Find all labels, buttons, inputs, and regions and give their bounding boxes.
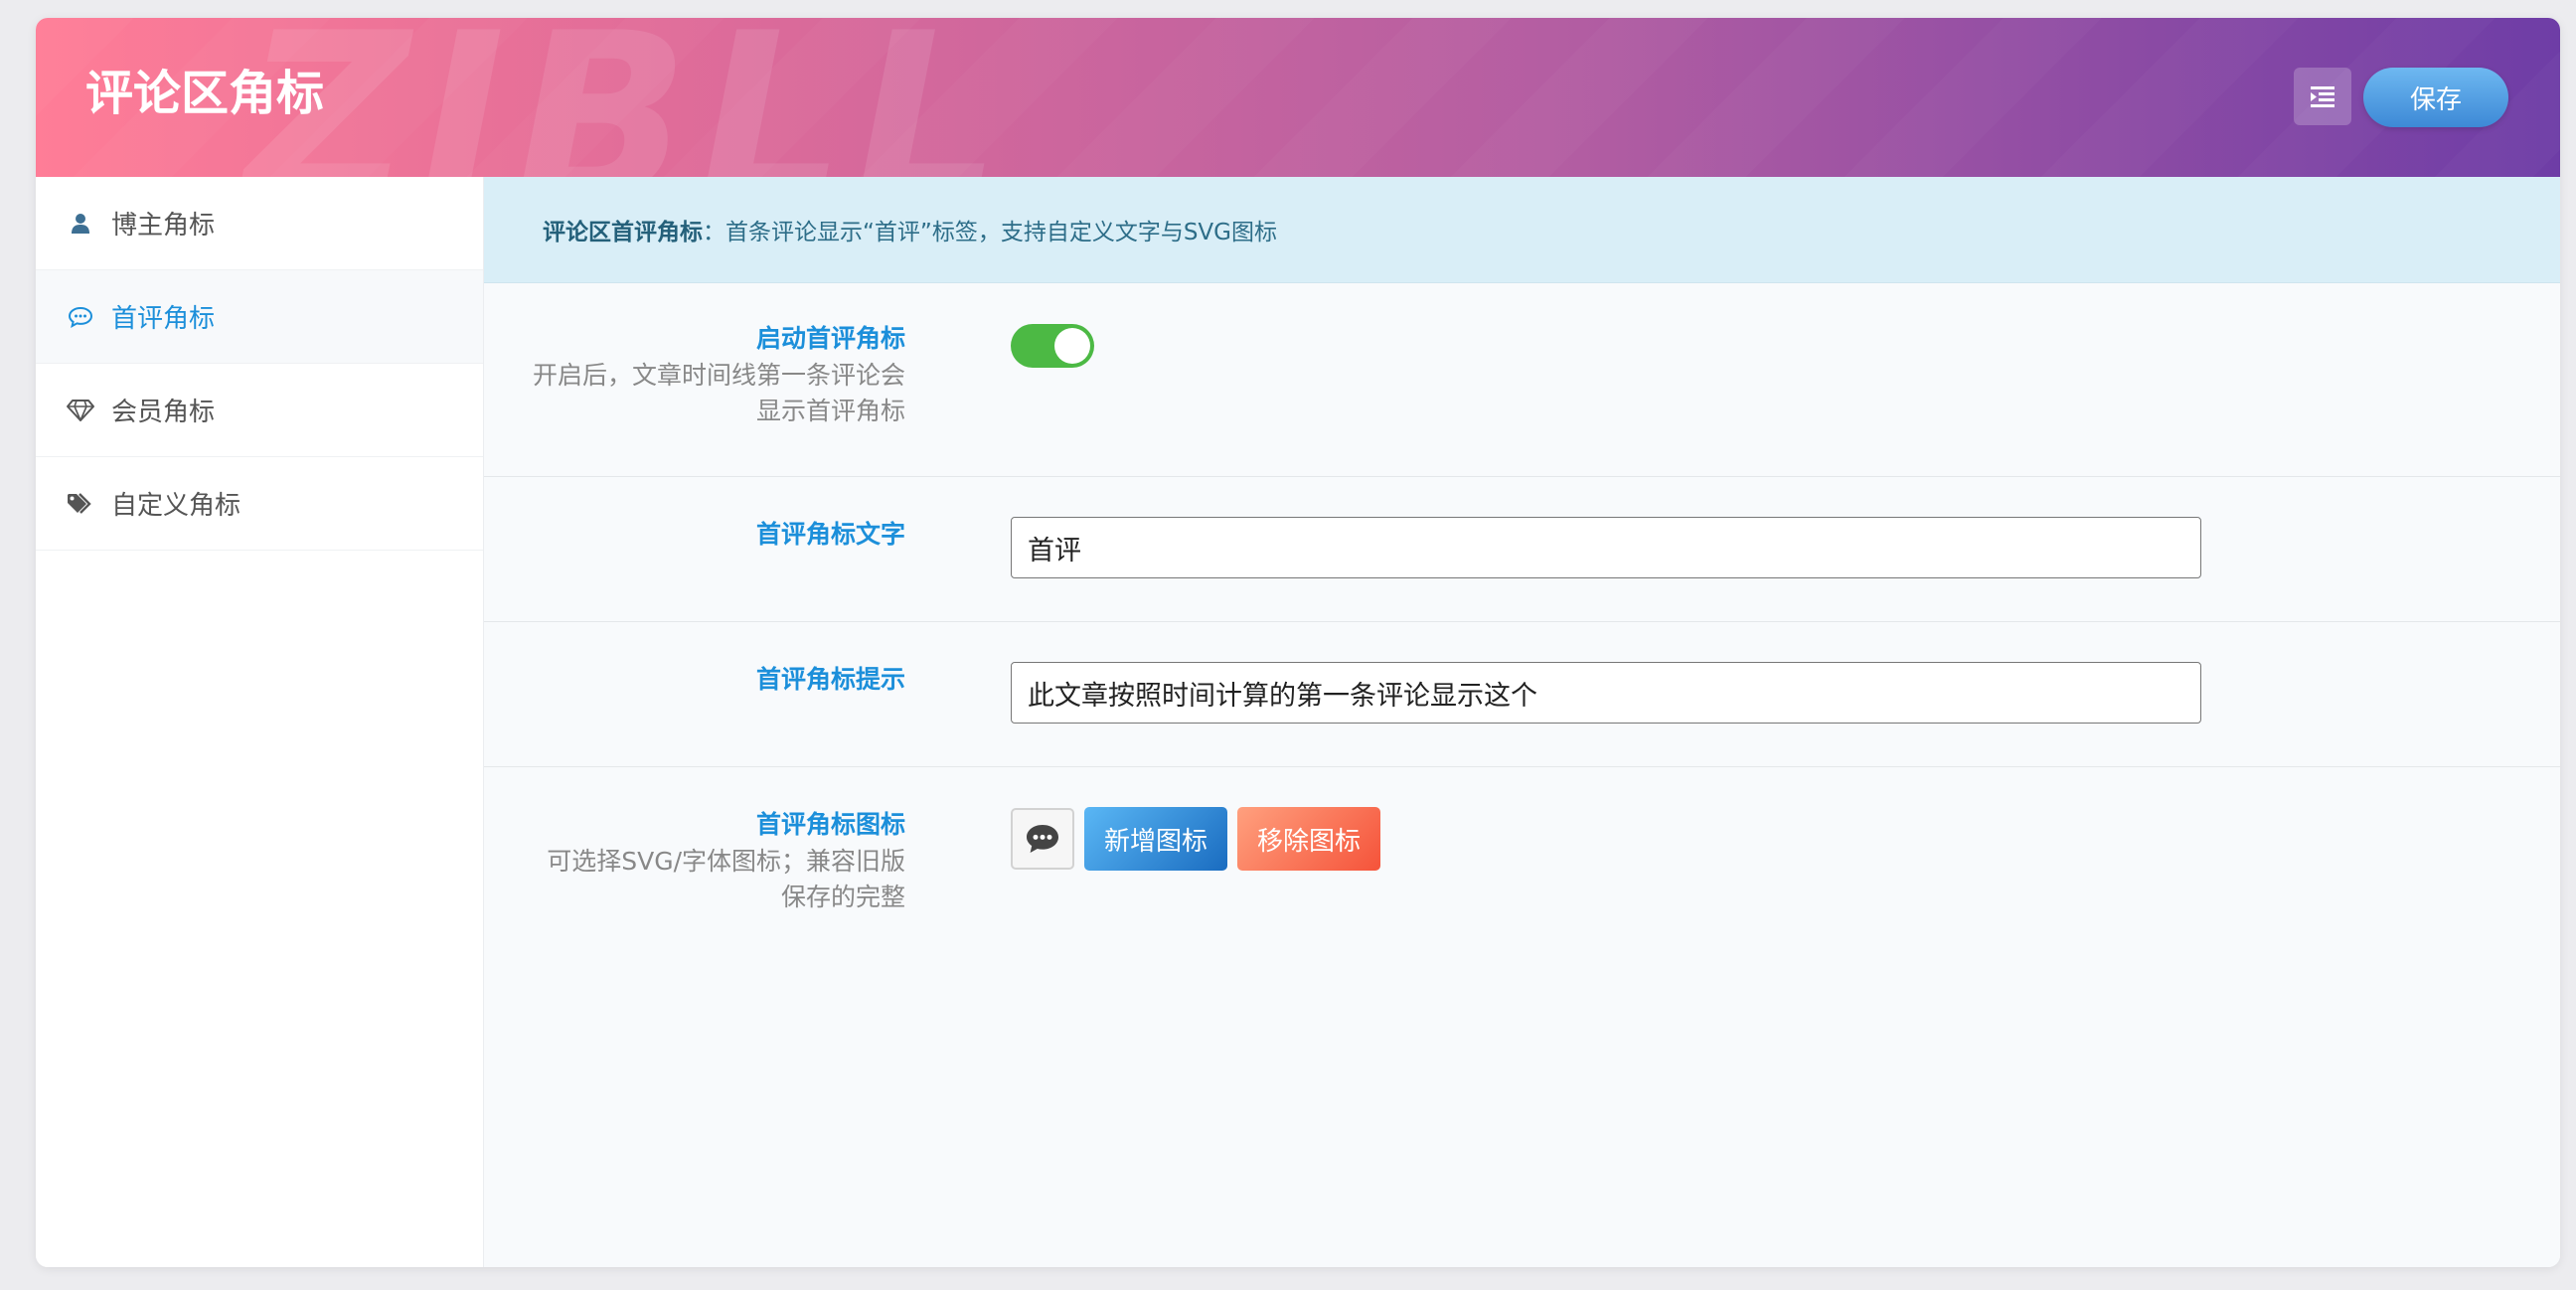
menu-toggle-button[interactable] [2294,68,2351,125]
sidebar-item-label: 会员角标 [111,398,216,427]
icon-preview[interactable] [1011,808,1074,870]
enable-toggle[interactable] [1011,324,1094,368]
field-row-tip: 首评角标提示 [484,622,2560,767]
field-label-group: 启动首评角标 开启后，文章时间线第一条评论会 显示首评角标 [488,321,905,430]
toggle-knob [1054,328,1090,364]
icon-desc-line1: 可选择SVG/字体图标；兼容旧版 [547,847,905,876]
enable-desc-line1: 开启后，文章时间线第一条评论会 [532,361,905,390]
sidebar-item-label: 首评角标 [111,304,216,334]
field-row-text: 首评角标文字 [484,477,2560,622]
page-title: 评论区角标 [85,66,325,121]
comment-dots-icon [66,302,95,332]
badge-tip-input[interactable] [1011,662,2201,724]
enable-control [1011,324,1094,368]
field-row-icon: 首评角标图标 可选择SVG/字体图标；兼容旧版 保存的完整 新增图标 移除图标 [484,767,2560,1264]
enable-desc-line2: 显示首评角标 [755,397,905,426]
comment-dots-icon [1027,825,1058,853]
sidebar-item-label: 自定义角标 [111,491,242,521]
remove-icon-button[interactable]: 移除图标 [1237,807,1381,871]
text-label: 首评角标文字 [755,520,905,549]
tags-icon [66,489,95,519]
field-row-enable: 启动首评角标 开启后，文章时间线第一条评论会 显示首评角标 [484,283,2560,477]
badge-text-input[interactable] [1011,517,2201,578]
info-notice: 评论区首评角标 ：首条评论显示“首评”标签，支持自定义文字与SVG图标 [484,177,2560,283]
header-banner: ZIBLL 评论区角标 保存 [36,18,2560,177]
sidebar-item-member-badge[interactable]: 会员角标 [36,364,483,457]
sidebar-item-blogger-badge[interactable]: 博主角标 [36,177,483,270]
header-watermark: ZIBLL [244,18,1011,177]
sidebar-item-label: 博主角标 [111,211,216,241]
sidebar: 博主角标 首评角标 会员角标 自定义角标 [36,177,484,1267]
icon-desc-line2: 保存的完整 [780,883,905,912]
tip-label: 首评角标提示 [755,665,905,694]
sidebar-item-first-comment-badge[interactable]: 首评角标 [36,270,483,364]
enable-label: 启动首评角标 [755,324,905,353]
icon-control: 新增图标 移除图标 [1011,807,1381,871]
save-button[interactable]: 保存 [2363,68,2508,127]
field-label-group: 首评角标提示 [488,662,905,697]
text-control [1011,517,2201,578]
add-icon-button[interactable]: 新增图标 [1084,807,1228,871]
field-label-group: 首评角标图标 可选择SVG/字体图标；兼容旧版 保存的完整 [488,807,905,916]
sidebar-item-custom-badge[interactable]: 自定义角标 [36,457,483,551]
diamond-icon [66,396,95,425]
user-icon [66,209,95,239]
main-content: 评论区首评角标 ：首条评论显示“首评”标签，支持自定义文字与SVG图标 启动首评角… [484,177,2560,1267]
icon-button-group: 新增图标 移除图标 [1011,807,1381,871]
indent-left-icon [2311,86,2334,107]
field-label-group: 首评角标文字 [488,517,905,552]
notice-text: ：首条评论显示“首评”标签，支持自定义文字与SVG图标 [703,220,1277,245]
settings-panel: ZIBLL 评论区角标 保存 博主角标 首评角标 会员角标 自定义角标 评论区首… [36,18,2560,1267]
tip-control [1011,662,2201,724]
notice-title: 评论区首评角标 [543,220,703,245]
icon-label: 首评角标图标 [755,810,905,839]
